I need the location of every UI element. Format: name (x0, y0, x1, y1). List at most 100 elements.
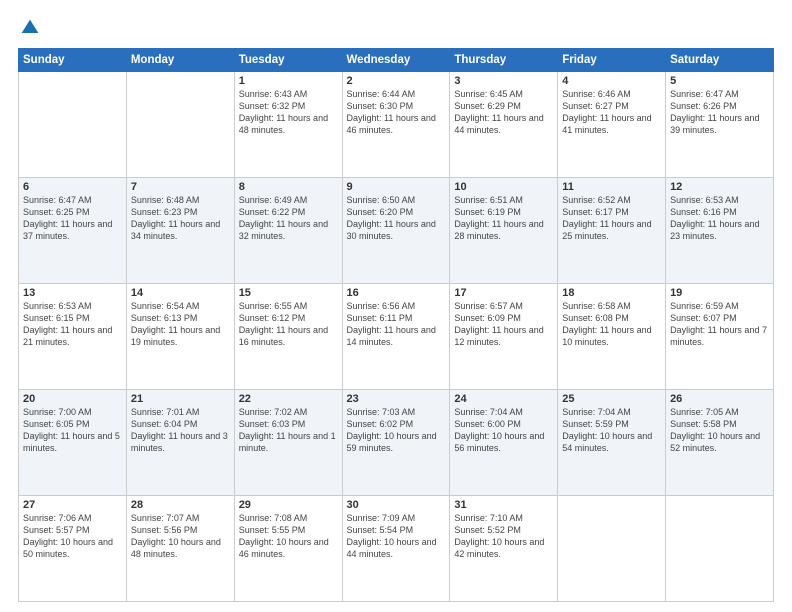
day-info: Sunrise: 7:07 AM Sunset: 5:56 PM Dayligh… (131, 512, 230, 561)
day-number: 30 (347, 499, 446, 511)
day-info: Sunrise: 6:51 AM Sunset: 6:19 PM Dayligh… (454, 194, 553, 243)
day-info: Sunrise: 6:49 AM Sunset: 6:22 PM Dayligh… (239, 194, 338, 243)
day-info: Sunrise: 6:44 AM Sunset: 6:30 PM Dayligh… (347, 88, 446, 137)
calendar-table: SundayMondayTuesdayWednesdayThursdayFrid… (18, 48, 774, 602)
day-number: 11 (562, 181, 661, 193)
day-number: 15 (239, 287, 338, 299)
day-info: Sunrise: 7:10 AM Sunset: 5:52 PM Dayligh… (454, 512, 553, 561)
calendar-cell: 19Sunrise: 6:59 AM Sunset: 6:07 PM Dayli… (666, 284, 774, 390)
calendar-cell (19, 72, 127, 178)
calendar-week-5: 27Sunrise: 7:06 AM Sunset: 5:57 PM Dayli… (19, 496, 774, 602)
day-info: Sunrise: 7:06 AM Sunset: 5:57 PM Dayligh… (23, 512, 122, 561)
calendar-cell: 5Sunrise: 6:47 AM Sunset: 6:26 PM Daylig… (666, 72, 774, 178)
day-info: Sunrise: 6:56 AM Sunset: 6:11 PM Dayligh… (347, 300, 446, 349)
calendar-cell: 3Sunrise: 6:45 AM Sunset: 6:29 PM Daylig… (450, 72, 558, 178)
calendar-cell: 11Sunrise: 6:52 AM Sunset: 6:17 PM Dayli… (558, 178, 666, 284)
day-info: Sunrise: 6:53 AM Sunset: 6:15 PM Dayligh… (23, 300, 122, 349)
calendar-cell: 23Sunrise: 7:03 AM Sunset: 6:02 PM Dayli… (342, 390, 450, 496)
day-info: Sunrise: 6:53 AM Sunset: 6:16 PM Dayligh… (670, 194, 769, 243)
day-number: 5 (670, 75, 769, 87)
calendar-cell: 4Sunrise: 6:46 AM Sunset: 6:27 PM Daylig… (558, 72, 666, 178)
calendar-cell: 12Sunrise: 6:53 AM Sunset: 6:16 PM Dayli… (666, 178, 774, 284)
day-header-monday: Monday (126, 49, 234, 72)
calendar-cell: 9Sunrise: 6:50 AM Sunset: 6:20 PM Daylig… (342, 178, 450, 284)
day-number: 23 (347, 393, 446, 405)
calendar-cell: 28Sunrise: 7:07 AM Sunset: 5:56 PM Dayli… (126, 496, 234, 602)
day-info: Sunrise: 6:50 AM Sunset: 6:20 PM Dayligh… (347, 194, 446, 243)
day-info: Sunrise: 7:03 AM Sunset: 6:02 PM Dayligh… (347, 406, 446, 455)
calendar-cell: 20Sunrise: 7:00 AM Sunset: 6:05 PM Dayli… (19, 390, 127, 496)
day-info: Sunrise: 6:52 AM Sunset: 6:17 PM Dayligh… (562, 194, 661, 243)
day-number: 20 (23, 393, 122, 405)
day-header-tuesday: Tuesday (234, 49, 342, 72)
calendar-week-3: 13Sunrise: 6:53 AM Sunset: 6:15 PM Dayli… (19, 284, 774, 390)
day-info: Sunrise: 6:55 AM Sunset: 6:12 PM Dayligh… (239, 300, 338, 349)
calendar-cell: 2Sunrise: 6:44 AM Sunset: 6:30 PM Daylig… (342, 72, 450, 178)
day-info: Sunrise: 7:04 AM Sunset: 6:00 PM Dayligh… (454, 406, 553, 455)
calendar-cell: 31Sunrise: 7:10 AM Sunset: 5:52 PM Dayli… (450, 496, 558, 602)
day-number: 18 (562, 287, 661, 299)
day-number: 9 (347, 181, 446, 193)
calendar-cell: 18Sunrise: 6:58 AM Sunset: 6:08 PM Dayli… (558, 284, 666, 390)
calendar-week-1: 1Sunrise: 6:43 AM Sunset: 6:32 PM Daylig… (19, 72, 774, 178)
day-number: 19 (670, 287, 769, 299)
day-number: 14 (131, 287, 230, 299)
calendar-cell: 22Sunrise: 7:02 AM Sunset: 6:03 PM Dayli… (234, 390, 342, 496)
calendar-cell: 17Sunrise: 6:57 AM Sunset: 6:09 PM Dayli… (450, 284, 558, 390)
day-info: Sunrise: 7:04 AM Sunset: 5:59 PM Dayligh… (562, 406, 661, 455)
day-number: 21 (131, 393, 230, 405)
day-number: 22 (239, 393, 338, 405)
day-number: 1 (239, 75, 338, 87)
day-number: 2 (347, 75, 446, 87)
calendar-cell: 6Sunrise: 6:47 AM Sunset: 6:25 PM Daylig… (19, 178, 127, 284)
logo (18, 18, 40, 38)
calendar-cell: 27Sunrise: 7:06 AM Sunset: 5:57 PM Dayli… (19, 496, 127, 602)
day-header-friday: Friday (558, 49, 666, 72)
day-number: 31 (454, 499, 553, 511)
calendar-cell (666, 496, 774, 602)
day-number: 17 (454, 287, 553, 299)
day-info: Sunrise: 6:54 AM Sunset: 6:13 PM Dayligh… (131, 300, 230, 349)
day-info: Sunrise: 6:47 AM Sunset: 6:25 PM Dayligh… (23, 194, 122, 243)
day-number: 28 (131, 499, 230, 511)
day-number: 26 (670, 393, 769, 405)
calendar-cell: 13Sunrise: 6:53 AM Sunset: 6:15 PM Dayli… (19, 284, 127, 390)
day-info: Sunrise: 7:09 AM Sunset: 5:54 PM Dayligh… (347, 512, 446, 561)
day-number: 8 (239, 181, 338, 193)
header (18, 18, 774, 38)
calendar-cell: 29Sunrise: 7:08 AM Sunset: 5:55 PM Dayli… (234, 496, 342, 602)
calendar-cell (126, 72, 234, 178)
day-header-thursday: Thursday (450, 49, 558, 72)
calendar-cell: 7Sunrise: 6:48 AM Sunset: 6:23 PM Daylig… (126, 178, 234, 284)
day-number: 13 (23, 287, 122, 299)
calendar-cell: 30Sunrise: 7:09 AM Sunset: 5:54 PM Dayli… (342, 496, 450, 602)
day-info: Sunrise: 7:08 AM Sunset: 5:55 PM Dayligh… (239, 512, 338, 561)
day-info: Sunrise: 6:43 AM Sunset: 6:32 PM Dayligh… (239, 88, 338, 137)
calendar-cell: 8Sunrise: 6:49 AM Sunset: 6:22 PM Daylig… (234, 178, 342, 284)
day-info: Sunrise: 7:01 AM Sunset: 6:04 PM Dayligh… (131, 406, 230, 455)
day-info: Sunrise: 6:57 AM Sunset: 6:09 PM Dayligh… (454, 300, 553, 349)
day-info: Sunrise: 7:02 AM Sunset: 6:03 PM Dayligh… (239, 406, 338, 455)
calendar-cell: 21Sunrise: 7:01 AM Sunset: 6:04 PM Dayli… (126, 390, 234, 496)
calendar-cell: 24Sunrise: 7:04 AM Sunset: 6:00 PM Dayli… (450, 390, 558, 496)
calendar-week-2: 6Sunrise: 6:47 AM Sunset: 6:25 PM Daylig… (19, 178, 774, 284)
day-info: Sunrise: 6:45 AM Sunset: 6:29 PM Dayligh… (454, 88, 553, 137)
page: SundayMondayTuesdayWednesdayThursdayFrid… (0, 0, 792, 612)
day-info: Sunrise: 6:46 AM Sunset: 6:27 PM Dayligh… (562, 88, 661, 137)
calendar-cell: 25Sunrise: 7:04 AM Sunset: 5:59 PM Dayli… (558, 390, 666, 496)
calendar-cell (558, 496, 666, 602)
calendar-week-4: 20Sunrise: 7:00 AM Sunset: 6:05 PM Dayli… (19, 390, 774, 496)
calendar-cell: 15Sunrise: 6:55 AM Sunset: 6:12 PM Dayli… (234, 284, 342, 390)
day-number: 27 (23, 499, 122, 511)
day-number: 7 (131, 181, 230, 193)
day-number: 29 (239, 499, 338, 511)
day-info: Sunrise: 6:47 AM Sunset: 6:26 PM Dayligh… (670, 88, 769, 137)
day-header-sunday: Sunday (19, 49, 127, 72)
day-info: Sunrise: 6:48 AM Sunset: 6:23 PM Dayligh… (131, 194, 230, 243)
day-info: Sunrise: 6:59 AM Sunset: 6:07 PM Dayligh… (670, 300, 769, 349)
day-number: 12 (670, 181, 769, 193)
day-info: Sunrise: 7:00 AM Sunset: 6:05 PM Dayligh… (23, 406, 122, 455)
calendar-cell: 16Sunrise: 6:56 AM Sunset: 6:11 PM Dayli… (342, 284, 450, 390)
day-header-saturday: Saturday (666, 49, 774, 72)
day-number: 6 (23, 181, 122, 193)
